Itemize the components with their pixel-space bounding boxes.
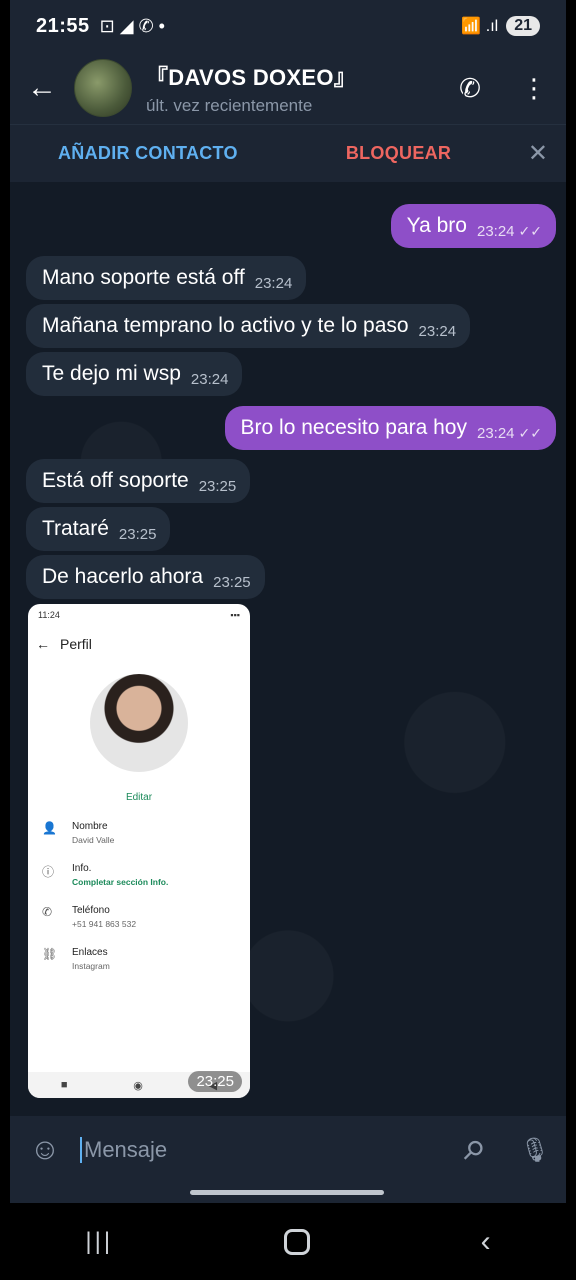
message-time: 23:25	[118, 526, 157, 543]
block-button[interactable]: BLOQUEAR	[346, 143, 451, 164]
last-seen-status: últ. vez recientemente	[146, 96, 313, 115]
phone-call-icon[interactable]: ✆	[438, 73, 502, 104]
image-circle-icon: ◉	[133, 1079, 143, 1092]
message-time: 23:25	[213, 574, 251, 591]
system-nav-bar: ||| ‹	[0, 1203, 576, 1280]
message-bubble-outgoing[interactable]: Bro lo necesito para hoy 23:24 ✓✓	[224, 406, 556, 450]
image-status-icons: ▪▪▪	[230, 610, 240, 620]
image-row-name: 👤 Nombre David Valle	[28, 821, 250, 845]
message-time: 23:24	[476, 425, 515, 442]
paperclip-icon[interactable]: ⚲	[440, 1117, 506, 1183]
back-arrow-icon[interactable]: ←	[10, 71, 74, 105]
more-options-icon[interactable]: ⋮	[502, 73, 566, 104]
chat-header: ← 『DAVOS DOXEO』 últ. vez recientemente ✆…	[10, 52, 566, 124]
battery-indicator: 21	[506, 16, 540, 36]
message-text: Bro lo necesito para hoy	[240, 416, 467, 439]
read-ticks-icon: ✓✓	[518, 425, 542, 441]
status-right: 📶 .ıl 21	[461, 16, 540, 36]
message-input[interactable]	[80, 1137, 442, 1163]
row-label: Info.	[72, 863, 92, 874]
message-text: Ya bro	[406, 214, 467, 237]
row-value: +51 941 863 532	[72, 919, 137, 929]
home-icon[interactable]	[283, 1228, 310, 1255]
image-row-phone: ✆ Teléfono +51 941 863 532	[28, 905, 250, 929]
message-bubble-incoming[interactable]: Está off soporte 23:25	[26, 459, 251, 503]
image-status-bar: 11:24 ▪▪▪	[28, 604, 250, 626]
image-profile-header: ← Perfil	[28, 626, 250, 662]
image-screen-title: Perfil	[60, 636, 92, 652]
contact-action-bar: AÑADIR CONTACTO BLOQUEAR ✕	[10, 124, 566, 182]
back-nav-icon[interactable]: ‹	[481, 1225, 491, 1259]
message-text: Te dejo mi wsp	[42, 362, 181, 385]
image-status-time: 11:24	[38, 610, 60, 620]
read-ticks-icon: ✓✓	[518, 223, 542, 239]
image-profile-photo	[90, 674, 188, 772]
status-time: 21:55	[36, 14, 90, 37]
image-back-arrow-icon: ←	[36, 636, 50, 652]
image-row-info: ⓘ Info. Completar sección Info.	[28, 863, 250, 887]
message-time: 23:24	[254, 275, 293, 292]
row-value: David Valle	[72, 835, 115, 845]
image-edit-link: Editar	[125, 792, 153, 803]
status-bar: 21:55 ⊡ ◢ ✆ • 📶 .ıl 21	[10, 0, 566, 52]
message-bubble-incoming[interactable]: De hacerlo ahora 23:25	[26, 555, 265, 599]
contact-name: 『DAVOS DOXEO』	[146, 65, 357, 90]
notification-icons: ⊡ ◢ ✆ •	[99, 15, 165, 36]
message-list[interactable]: Ya bro 23:24 ✓✓ Mano soporte está off 23:24…	[10, 182, 566, 1116]
message-time: 23:25	[198, 478, 237, 495]
message-text: De hacerlo ahora	[42, 565, 204, 588]
gesture-pill[interactable]	[190, 1190, 384, 1195]
row-value: Instagram	[72, 961, 110, 971]
row-value: Completar sección Info.	[72, 877, 169, 887]
image-message-time: 23:25	[188, 1071, 242, 1092]
message-bubble-incoming[interactable]: Mano soporte está off 23:24	[26, 256, 307, 300]
info-icon: ⓘ	[42, 865, 55, 879]
message-time: 23:24	[476, 223, 515, 240]
message-bubble-incoming[interactable]: Trataré 23:25	[26, 507, 171, 551]
message-text: Trataré	[42, 517, 109, 540]
row-label: Teléfono	[72, 905, 110, 916]
message-text: Mañana temprano lo activo y te lo paso	[42, 314, 409, 337]
message-bubble-incoming[interactable]: Mañana temprano lo activo y te lo paso 23…	[26, 304, 471, 348]
contact-info[interactable]: 『DAVOS DOXEO』 últ. vez recientemente	[146, 60, 438, 116]
emoji-icon[interactable]: ☺	[10, 1133, 80, 1167]
image-square-icon: ■	[60, 1079, 68, 1091]
microphone-icon[interactable]: 🎙	[504, 1136, 566, 1165]
close-icon[interactable]: ✕	[528, 139, 548, 168]
row-label: Nombre	[72, 821, 108, 832]
message-bubble-incoming[interactable]: Te dejo mi wsp 23:24	[26, 352, 243, 396]
gesture-area	[10, 1184, 566, 1203]
add-contact-button[interactable]: AÑADIR CONTACTO	[58, 143, 238, 164]
recent-apps-icon[interactable]: |||	[85, 1228, 113, 1256]
phone-icon: ✆	[42, 905, 53, 919]
contact-avatar[interactable]	[74, 59, 132, 117]
signal-icon: 📶 .ıl	[461, 18, 499, 35]
person-icon: 👤	[42, 821, 57, 835]
image-row-links: ⛓ Enlaces Instagram	[28, 947, 250, 971]
message-text: Está off soporte	[42, 469, 189, 492]
message-time: 23:24	[418, 323, 457, 340]
message-composer: ☺ ⚲ 🎙	[10, 1116, 566, 1184]
message-bubble-outgoing[interactable]: Ya bro 23:24 ✓✓	[390, 204, 556, 248]
row-label: Enlaces	[72, 947, 108, 958]
image-message[interactable]: 11:24 ▪▪▪ ← Perfil Editar 👤 Nombre David …	[28, 604, 250, 1098]
message-text: Mano soporte está off	[42, 266, 245, 289]
message-time: 23:24	[190, 371, 229, 388]
link-icon: ⛓	[42, 947, 58, 961]
telegram-chat-screen: 21:55 ⊡ ◢ ✆ • 📶 .ıl 21 ← 『DAVOS DOXEO』 ú…	[10, 0, 566, 1203]
